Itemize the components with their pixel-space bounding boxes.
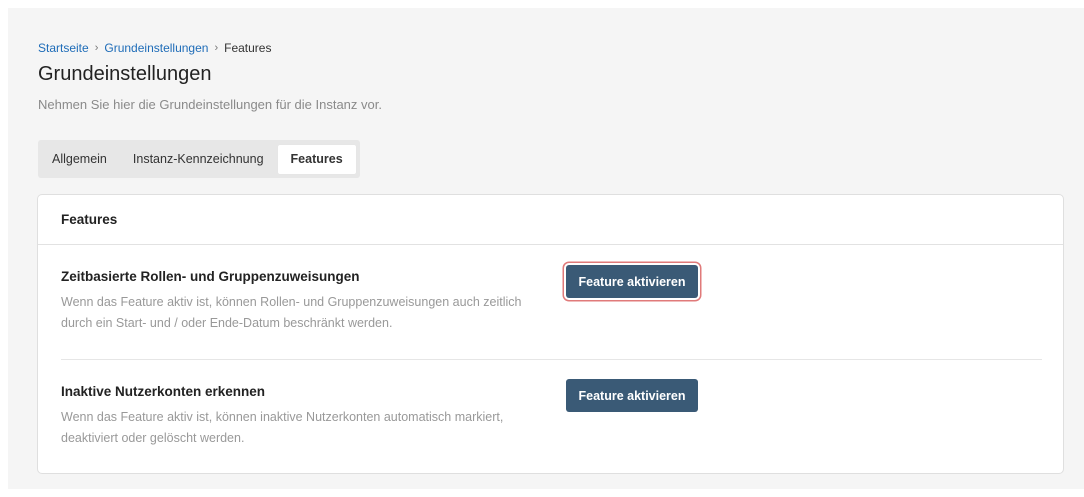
activate-feature-button[interactable]: Feature aktivieren bbox=[566, 379, 698, 412]
card-title: Features bbox=[61, 212, 118, 227]
breadcrumb: Startseite › Grundeinstellungen › Featur… bbox=[38, 41, 271, 55]
feature-title: Zeitbasierte Rollen- und Gruppenzuweisun… bbox=[61, 269, 360, 284]
settings-tabs: Allgemein Instanz-Kennzeichnung Features bbox=[38, 140, 360, 178]
breadcrumb-link-home[interactable]: Startseite bbox=[38, 41, 89, 55]
breadcrumb-separator-icon: › bbox=[94, 42, 99, 54]
tab-allgemein[interactable]: Allgemein bbox=[52, 152, 107, 166]
page-subtitle: Nehmen Sie hier die Grundeinstellungen f… bbox=[38, 97, 382, 112]
feature-title: Inaktive Nutzerkonten erkennen bbox=[61, 384, 266, 399]
activate-feature-button[interactable]: Feature aktivieren bbox=[566, 265, 698, 298]
page-title: Grundeinstellungen bbox=[38, 63, 212, 85]
tab-features[interactable]: Features bbox=[277, 144, 356, 174]
feature-row-inactive-accounts: Inaktive Nutzerkonten erkennen Wenn das … bbox=[61, 379, 1042, 449]
feature-row-time-based-roles: Zeitbasierte Rollen- und Gruppenzuweisun… bbox=[61, 265, 1042, 334]
breadcrumb-link-settings[interactable]: Grundeinstellungen bbox=[104, 41, 208, 55]
breadcrumb-separator-icon: › bbox=[214, 42, 219, 54]
feature-description: Wenn das Feature aktiv ist, können inakt… bbox=[61, 410, 504, 445]
card-header: Features bbox=[38, 195, 1063, 245]
page-background: Startseite › Grundeinstellungen › Featur… bbox=[8, 8, 1084, 489]
feature-description: Wenn das Feature aktiv ist, können Rolle… bbox=[61, 295, 522, 330]
features-card: Features Zeitbasierte Rollen- und Gruppe… bbox=[37, 194, 1064, 474]
tab-instanz-kennzeichnung[interactable]: Instanz-Kennzeichnung bbox=[133, 152, 264, 166]
divider bbox=[61, 359, 1042, 360]
breadcrumb-current: Features bbox=[224, 41, 272, 55]
